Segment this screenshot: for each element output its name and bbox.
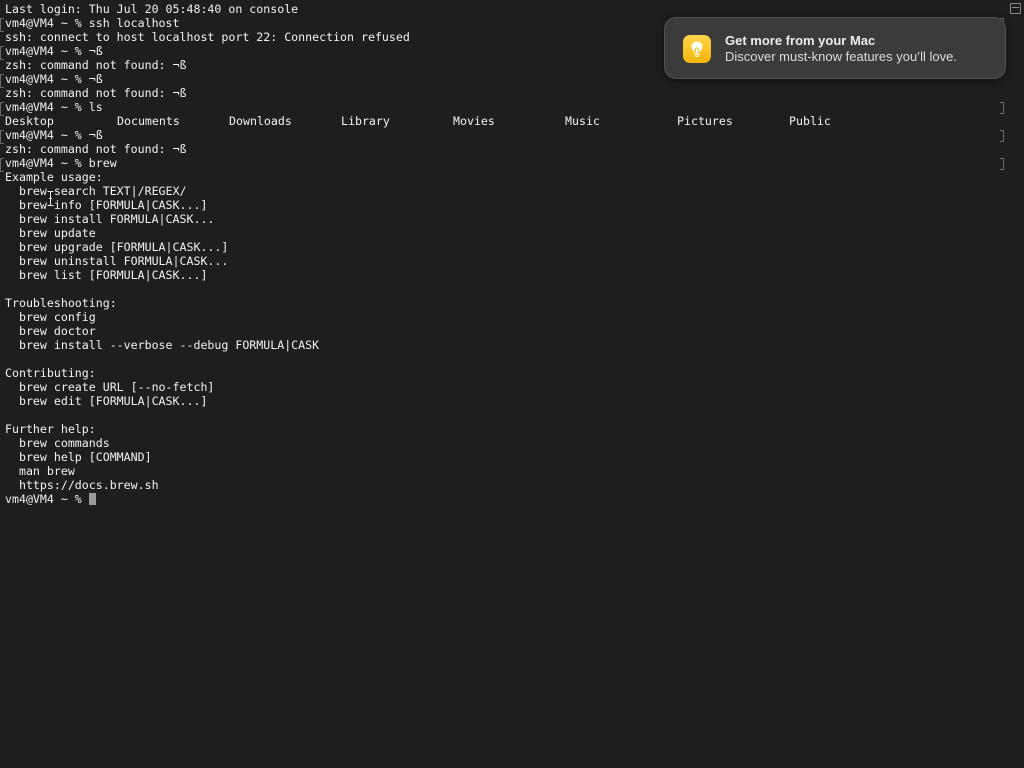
terminal-line: brew update	[5, 226, 96, 240]
terminal-line: vm4@VM4 ~ % ¬ß	[5, 128, 103, 142]
terminal-line: zsh: command not found: ¬ß	[5, 86, 187, 100]
prompt-mark	[0, 158, 4, 172]
ls-item-public: Public	[789, 114, 831, 128]
prompt-mark	[1000, 130, 1004, 142]
menu-icon[interactable]	[1010, 3, 1021, 14]
terminal-line: brew doctor	[5, 324, 96, 338]
ls-item-music: Music	[565, 114, 600, 128]
scrollbar[interactable]	[1009, 0, 1024, 768]
ibeam-cursor-icon	[47, 191, 54, 206]
ls-item-movies: Movies	[453, 114, 495, 128]
terminal-line: Example usage:	[5, 170, 103, 184]
terminal-line: brew edit [FORMULA|CASK...]	[5, 394, 208, 408]
terminal-line: vm4@VM4 ~ % ssh localhost	[5, 16, 180, 30]
ls-output-row: Desktop Documents Downloads Library Movies Mu…	[5, 114, 831, 128]
terminal-line: brew help [COMMAND]	[5, 450, 152, 464]
terminal-line: brew upgrade [FORMULA|CASK...]	[5, 240, 229, 254]
terminal-line: Further help:	[5, 422, 96, 436]
ls-item-desktop: Desktop	[5, 114, 54, 128]
terminal-line: brew info [FORMULA|CASK...]	[5, 198, 208, 212]
terminal-line: Last login: Thu Jul 20 05:48:40 on conso…	[5, 2, 299, 16]
current-prompt-line[interactable]: vm4@VM4 ~ %	[5, 492, 410, 506]
terminal-line: Contributing:	[5, 366, 96, 380]
terminal-line: man brew	[5, 464, 75, 478]
terminal-line: brew config	[5, 310, 96, 324]
terminal-line: brew commands	[5, 436, 110, 450]
text-cursor	[88, 493, 96, 505]
prompt-mark	[0, 130, 4, 144]
prompt-mark	[0, 46, 4, 60]
ls-item-pictures: Pictures	[677, 114, 733, 128]
ls-item-downloads: Downloads	[229, 114, 292, 128]
terminal-line: vm4@VM4 ~ % ls	[5, 100, 103, 114]
ls-item-library: Library	[341, 114, 390, 128]
terminal-line: vm4@VM4 ~ % brew	[5, 156, 117, 170]
terminal-line: zsh: command not found: ¬ß	[5, 142, 187, 156]
terminal-line: Troubleshooting:	[5, 296, 117, 310]
prompt-mark	[0, 74, 4, 88]
terminal-line: zsh: command not found: ¬ß	[5, 58, 187, 72]
terminal-line: brew install --verbose --debug FORMULA|C…	[5, 338, 320, 352]
notification-body: Discover must-know features you’ll love.	[725, 49, 957, 64]
prompt-mark	[0, 18, 4, 32]
lightbulb-icon	[683, 35, 711, 63]
terminal-line: brew search TEXT|/REGEX/	[5, 184, 187, 198]
terminal-line: vm4@VM4 ~ % ¬ß	[5, 72, 103, 86]
terminal-line: https://docs.brew.sh	[5, 478, 159, 492]
prompt-mark	[0, 102, 4, 116]
terminal-output[interactable]: Last login: Thu Jul 20 05:48:40 on conso…	[5, 2, 831, 506]
terminal-line: brew install FORMULA|CASK...	[5, 212, 215, 226]
prompt-text: vm4@VM4 ~ %	[5, 492, 89, 506]
notification-banner[interactable]: Get more from your Mac Discover must-kno…	[664, 17, 1006, 79]
terminal-line: brew create URL [--no-fetch]	[5, 380, 215, 394]
notification-title: Get more from your Mac	[725, 33, 876, 48]
prompt-mark	[1000, 158, 1004, 170]
terminal-line: ssh: connect to host localhost port 22: …	[5, 30, 410, 44]
terminal-line: brew uninstall FORMULA|CASK...	[5, 254, 229, 268]
ls-item-documents: Documents	[117, 114, 180, 128]
prompt-mark	[1000, 102, 1004, 114]
terminal-line: brew list [FORMULA|CASK...]	[5, 268, 208, 282]
terminal-window[interactable]: Last login: Thu Jul 20 05:48:40 on conso…	[0, 0, 1024, 768]
terminal-line: vm4@VM4 ~ % ¬ß	[5, 44, 103, 58]
